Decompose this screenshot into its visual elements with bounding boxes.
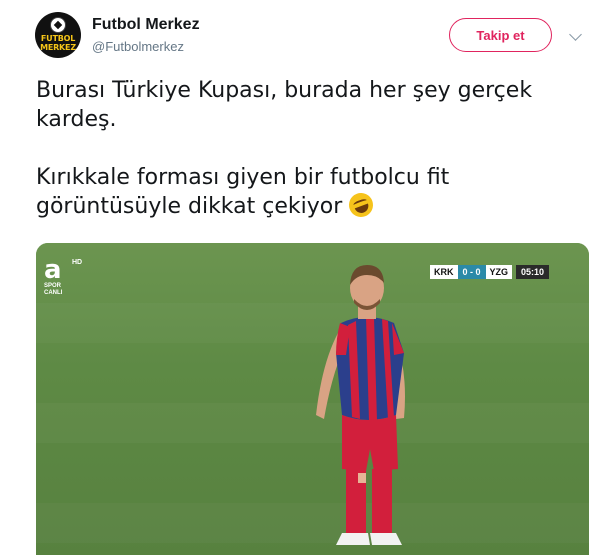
follow-button[interactable]: Takip et: [449, 18, 552, 52]
football-player-figure: [316, 265, 405, 545]
tweet-paragraph-1: Burası Türkiye Kupası, burada her şey ge…: [36, 78, 533, 132]
avatar-logo-text: FUTBOL MERKEZ: [40, 34, 76, 52]
display-name[interactable]: Futbol Merkez: [92, 16, 200, 34]
soccer-ball-icon: [50, 17, 66, 33]
tweet-media-image[interactable]: a HD SPOR CANLI KRK 0 - 0 YZG 05:10: [36, 243, 589, 555]
chevron-down-icon[interactable]: [569, 28, 582, 41]
tweet-paragraph-2: Kırıkkale forması giyen bir futbolcu fit…: [36, 163, 581, 221]
user-handle[interactable]: @Futbolmerkez: [92, 39, 184, 54]
rolling-on-floor-laughing-icon: [345, 189, 377, 221]
tweet-paragraph-2-text: Kırıkkale forması giyen bir futbolcu fit…: [36, 165, 450, 219]
tweet-text: Burası Türkiye Kupası, burada her şey ge…: [36, 76, 581, 221]
avatar[interactable]: FUTBOL MERKEZ: [35, 12, 81, 58]
